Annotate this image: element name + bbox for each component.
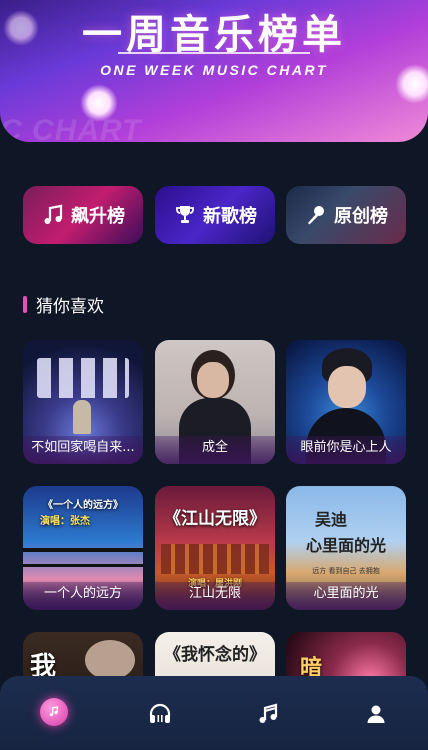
nav-charts-tab[interactable] — [254, 700, 282, 728]
microphone-icon — [308, 206, 324, 225]
cover-artist: 吴迪 — [314, 510, 347, 529]
bottom-navigation — [0, 676, 428, 750]
song-title: 不如回家喝自来... — [23, 436, 143, 464]
category-label: 新歌榜 — [203, 206, 257, 227]
trophy-icon — [176, 206, 194, 223]
category-label: 飙升榜 — [71, 206, 125, 227]
chart-categories: 飙升榜 新歌榜 原创榜 — [23, 186, 407, 244]
music-notes-icon — [259, 703, 278, 723]
user-icon — [367, 705, 385, 723]
cover-title: 心里面的光 — [305, 536, 386, 555]
song-title: 心里面的光 — [286, 582, 406, 610]
cover-title: 《我怀念的》 — [164, 645, 266, 665]
song-card[interactable]: 吴迪 心里面的光 远方 看到自己 去拥抱 心里面的光 — [286, 486, 406, 610]
song-card[interactable]: 不如回家喝自来... — [23, 340, 143, 464]
cover-lyric: 远方 看到自己 去拥抱 — [312, 567, 380, 575]
headphones-icon — [149, 703, 171, 723]
song-card[interactable]: 《一个人的远方》 演唱：张杰 一个人的远方 — [23, 486, 143, 610]
song-card[interactable]: 成全 — [155, 340, 275, 464]
song-title: 成全 — [155, 436, 275, 464]
song-title: 一个人的远方 — [23, 582, 143, 610]
category-soaring-button[interactable]: 飙升榜 — [23, 186, 143, 244]
header-banner: 一周音乐榜单 ONE WEEK MUSIC CHART C CHART — [0, 0, 428, 142]
cover-title: 《一个人的远方》 — [43, 500, 123, 511]
category-new-songs-button[interactable]: 新歌榜 — [155, 186, 275, 244]
music-note-icon — [44, 204, 63, 224]
category-original-button[interactable]: 原创榜 — [286, 186, 406, 244]
section-accent-bar — [23, 296, 27, 313]
nav-listen-tab[interactable] — [146, 700, 174, 728]
section-title: 猜你喜欢 — [36, 297, 104, 317]
nav-home-tab[interactable] — [40, 698, 68, 726]
banner-subtitle: ONE WEEK MUSIC CHART — [100, 62, 328, 78]
cover-artist: 演唱：张杰 — [40, 516, 90, 527]
nav-profile-tab[interactable] — [362, 700, 390, 728]
music-disc-icon — [49, 706, 58, 717]
category-label: 原创榜 — [334, 206, 388, 227]
song-card[interactable]: 《江山无限》 演唱：屠洪刚 江山无限 — [155, 486, 275, 610]
banner-watermark: C CHART — [0, 114, 142, 142]
song-title: 江山无限 — [155, 582, 275, 610]
banner-divider — [118, 52, 310, 54]
section-header: 猜你喜欢 — [23, 292, 104, 317]
song-title: 眼前你是心上人 — [286, 436, 406, 464]
song-card[interactable]: 眼前你是心上人 — [286, 340, 406, 464]
cover-title: 《江山无限》 — [164, 509, 266, 529]
